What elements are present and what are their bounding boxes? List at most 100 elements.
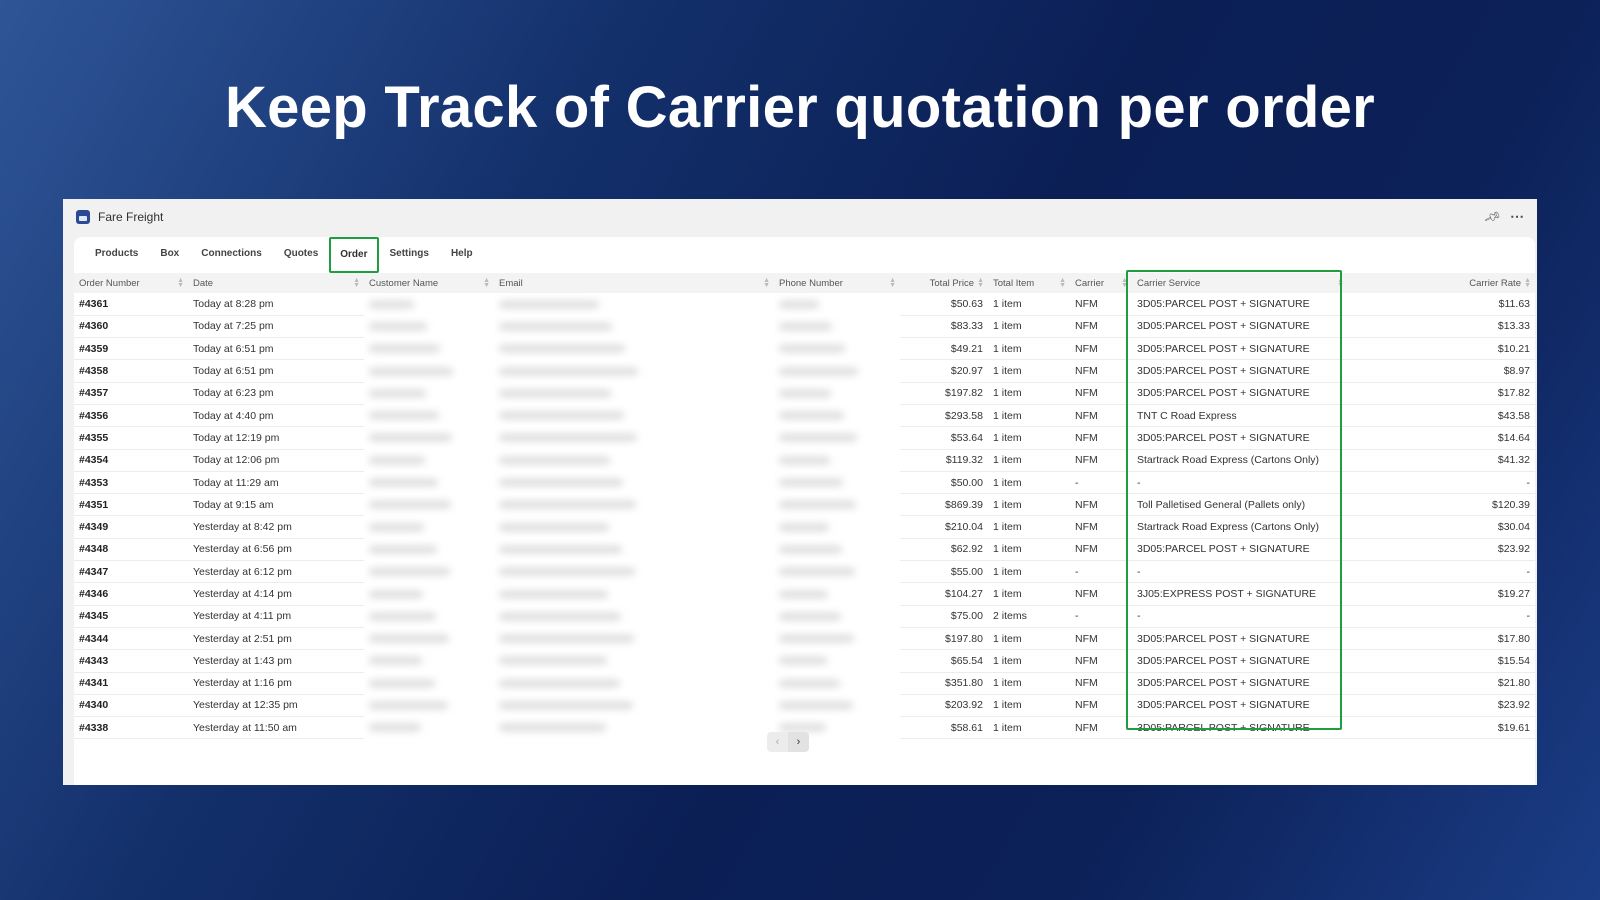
carrier-rate-cell: - — [1348, 471, 1535, 495]
column-header-label: Email — [499, 277, 523, 289]
sort-icon[interactable]: ▲ ▼ — [889, 277, 896, 289]
column-header-carrier-service[interactable]: Carrier Service ▲ ▼ — [1132, 273, 1348, 293]
date-cell: Yesterday at 6:56 pm — [188, 538, 364, 562]
column-header-order-number[interactable]: Order Number ▲ ▼ — [74, 273, 188, 293]
chevron-left-icon[interactable]: ‹ — [767, 732, 788, 752]
sort-icon[interactable]: ▲ ▼ — [1059, 277, 1066, 289]
customer-name-cell — [364, 583, 494, 605]
redacted-text — [779, 501, 856, 509]
column-header-total-price[interactable]: Total Price ▲ ▼ — [900, 273, 988, 293]
table-row[interactable]: #4360 Today at 7:25 pm $83.33 1 item NFM 3D05… — [74, 315, 1535, 339]
total-price-cell: $62.92 — [900, 538, 988, 562]
carrier-service-cell: 3D05:PARCEL POST + SIGNATURE — [1132, 359, 1348, 383]
table-row[interactable]: #4346 Yesterday at 4:14 pm $104.27 1 item NF… — [74, 582, 1535, 606]
email-cell — [494, 494, 774, 516]
carrier-cell: NFM — [1070, 404, 1132, 428]
table-row[interactable]: #4351 Today at 9:15 am $869.39 1 item NFM Tol… — [74, 493, 1535, 517]
tab-products[interactable]: Products — [84, 237, 149, 271]
carrier-rate-cell: $30.04 — [1348, 515, 1535, 539]
order-number-cell: #4345 — [74, 605, 188, 628]
redacted-text — [779, 479, 843, 487]
email-cell — [494, 382, 774, 404]
table-row[interactable]: #4343 Yesterday at 1:43 pm $65.54 1 item NFM… — [74, 649, 1535, 673]
table-row[interactable]: #4349 Yesterday at 8:42 pm $210.04 1 item NF… — [74, 515, 1535, 539]
date-cell: Today at 9:15 am — [188, 493, 364, 517]
pin-icon[interactable]: 📌︎ — [1483, 207, 1502, 225]
tab-order[interactable]: Order — [329, 237, 379, 273]
date-cell: Yesterday at 11:50 am — [188, 716, 364, 740]
sort-icon[interactable]: ▲ ▼ — [483, 277, 490, 289]
phone-number-cell — [774, 360, 900, 382]
carrier-cell: NFM — [1070, 426, 1132, 450]
column-header-customer-name[interactable]: Customer Name ▲ ▼ — [364, 273, 494, 293]
column-header-carrier[interactable]: Carrier ▲ ▼ — [1070, 273, 1132, 293]
table-row[interactable]: #4345 Yesterday at 4:11 pm $75.00 2 items - -… — [74, 605, 1535, 628]
carrier-cell: NFM — [1070, 694, 1132, 718]
column-header-total-item[interactable]: Total Item ▲ ▼ — [988, 273, 1070, 293]
phone-number-cell — [774, 494, 900, 516]
table-row[interactable]: #4347 Yesterday at 6:12 pm $55.00 1 item - - - — [74, 560, 1535, 584]
table-row[interactable]: #4340 Yesterday at 12:35 pm $203.92 1 item N… — [74, 694, 1535, 718]
column-header-carrier-rate[interactable]: Carrier Rate ▲ ▼ — [1348, 273, 1535, 293]
sort-icon[interactable]: ▲ ▼ — [1524, 277, 1531, 289]
carrier-rate-cell: $13.33 — [1348, 315, 1535, 339]
redacted-text — [499, 434, 637, 442]
table-row[interactable]: #4341 Yesterday at 1:16 pm $351.80 1 item NF… — [74, 672, 1535, 695]
chevron-right-icon[interactable]: › — [788, 732, 809, 752]
tab-help[interactable]: Help — [440, 237, 484, 271]
column-header-date[interactable]: Date ▲ ▼ — [188, 273, 364, 293]
carrier-cell: NFM — [1070, 315, 1132, 339]
redacted-text — [779, 635, 854, 643]
sort-icon[interactable]: ▲ ▼ — [353, 277, 360, 289]
order-number-cell: #4361 — [74, 293, 188, 316]
order-number-cell: #4358 — [74, 359, 188, 383]
carrier-cell: NFM — [1070, 538, 1132, 562]
table-row[interactable]: #4344 Yesterday at 2:51 pm $197.80 1 item NF… — [74, 627, 1535, 651]
carrier-service-cell: TNT C Road Express — [1132, 404, 1348, 428]
table-row[interactable]: #4361 Today at 8:28 pm $50.63 1 item NFM 3D05… — [74, 293, 1535, 316]
table-row[interactable]: #4354 Today at 12:06 pm $119.32 1 item NFM St… — [74, 449, 1535, 472]
date-cell: Today at 7:25 pm — [188, 315, 364, 339]
tab-box[interactable]: Box — [149, 237, 190, 271]
sort-icon[interactable]: ▲ ▼ — [1337, 277, 1344, 289]
table-row[interactable]: #4355 Today at 12:19 pm $53.64 1 item NFM 3D0… — [74, 426, 1535, 450]
table-row[interactable]: #4358 Today at 6:51 pm $20.97 1 item NFM 3D05… — [74, 359, 1535, 383]
table-header-row: Order Number ▲ ▼ Date ▲ ▼ Customer Name ▲ ▼ Email… — [74, 273, 1535, 293]
column-header-label: Phone Number — [779, 277, 843, 289]
column-header-label: Customer Name — [369, 277, 439, 289]
tab-settings[interactable]: Settings — [379, 237, 440, 271]
sort-icon[interactable]: ▲ ▼ — [977, 277, 984, 289]
column-header-label: Carrier Service — [1137, 277, 1201, 289]
sort-icon[interactable]: ▲ ▼ — [1121, 277, 1128, 289]
total-item-cell: 1 item — [988, 449, 1070, 472]
date-cell: Today at 11:29 am — [188, 471, 364, 495]
table-row[interactable]: #4359 Today at 6:51 pm $49.21 1 item NFM 3D05… — [74, 337, 1535, 361]
redacted-text — [369, 367, 453, 375]
phone-number-cell — [774, 561, 900, 583]
total-price-cell: $50.00 — [900, 471, 988, 495]
column-header-email[interactable]: Email ▲ ▼ — [494, 273, 774, 293]
table-row[interactable]: #4357 Today at 6:23 pm $197.82 1 item NFM 3D0… — [74, 382, 1535, 405]
column-header-phone-number[interactable]: Phone Number ▲ ▼ — [774, 273, 900, 293]
date-cell: Yesterday at 12:35 pm — [188, 694, 364, 718]
email-cell — [494, 471, 774, 493]
email-cell — [494, 449, 774, 471]
sort-icon[interactable]: ▲ ▼ — [177, 277, 184, 289]
customer-name-cell — [364, 538, 494, 560]
table-row[interactable]: #4356 Today at 4:40 pm $293.58 1 item NFM TNT… — [74, 404, 1535, 428]
order-number-cell: #4348 — [74, 538, 188, 562]
order-number-cell: #4360 — [74, 315, 188, 339]
sort-icon[interactable]: ▲ ▼ — [763, 277, 770, 289]
date-cell: Yesterday at 2:51 pm — [188, 627, 364, 651]
carrier-service-cell: 3D05:PARCEL POST + SIGNATURE — [1132, 382, 1348, 405]
more-options-icon[interactable]: ⋯ — [1510, 208, 1525, 225]
date-cell: Today at 6:51 pm — [188, 337, 364, 361]
column-header-label: Carrier Rate — [1469, 277, 1521, 289]
date-cell: Today at 8:28 pm — [188, 293, 364, 316]
table-row[interactable]: #4348 Yesterday at 6:56 pm $62.92 1 item NFM… — [74, 538, 1535, 562]
tab-connections[interactable]: Connections — [190, 237, 273, 271]
total-item-cell: 1 item — [988, 337, 1070, 361]
tab-quotes[interactable]: Quotes — [273, 237, 329, 271]
carrier-service-cell: 3D05:PARCEL POST + SIGNATURE — [1132, 716, 1348, 740]
table-row[interactable]: #4353 Today at 11:29 am $50.00 1 item - - - — [74, 471, 1535, 495]
